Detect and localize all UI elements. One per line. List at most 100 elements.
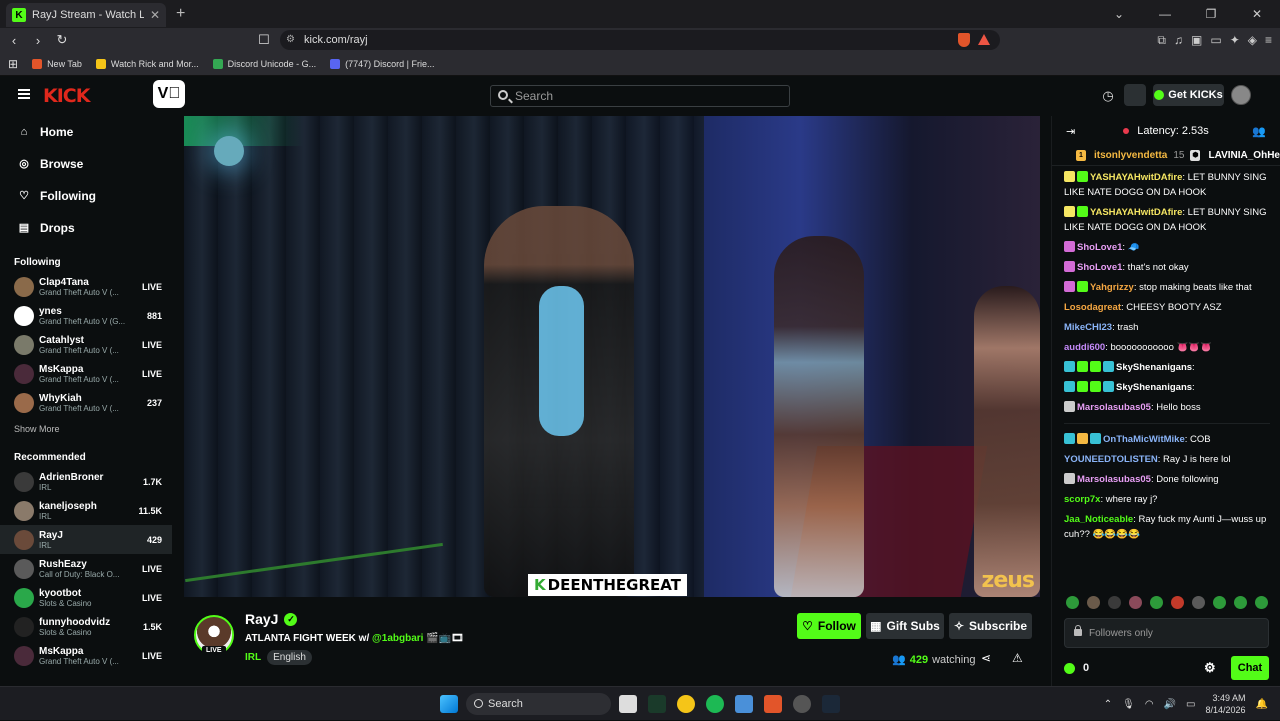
- vpn-icon[interactable]: ◈: [1248, 33, 1257, 47]
- app-icon[interactable]: [648, 695, 666, 713]
- emote-icon[interactable]: [1129, 596, 1142, 609]
- channel-item[interactable]: kyootbot Slots & Casino LIVE: [0, 583, 172, 612]
- chat-username[interactable]: SkyShenanigans: [1116, 362, 1192, 373]
- new-tab-icon[interactable]: +: [176, 5, 185, 23]
- bookmark-item[interactable]: Discord Unicode - G...: [212, 58, 316, 69]
- leaderboard-user[interactable]: LAVINIA_OhHe: [1208, 150, 1280, 161]
- forward-icon[interactable]: ›: [26, 33, 50, 48]
- apps-icon[interactable]: ⊞: [8, 57, 18, 71]
- chat-username[interactable]: Losodagreat: [1064, 302, 1121, 313]
- app-icon[interactable]: [677, 695, 695, 713]
- mic-icon[interactable]: 🎙: [1122, 699, 1135, 710]
- channel-item[interactable]: MsKappa Grand Theft Auto V (... LIVE: [0, 359, 172, 388]
- restore-icon[interactable]: ❐: [1188, 0, 1234, 28]
- emote-icon[interactable]: [1150, 596, 1163, 609]
- browser-tab[interactable]: K RayJ Stream - Watch Live on ✕: [6, 3, 166, 27]
- bookmark-icon[interactable]: ☐: [252, 32, 276, 48]
- chat-username[interactable]: Marsolasubas05: [1077, 402, 1151, 413]
- media-icon[interactable]: ♫: [1174, 33, 1183, 47]
- language-tag[interactable]: English: [267, 650, 312, 665]
- share-icon[interactable]: ⋖: [981, 651, 991, 665]
- chat-username[interactable]: SkyShenanigans: [1116, 382, 1192, 393]
- subscribe-button[interactable]: ✧ Subscribe: [949, 613, 1032, 639]
- chat-username[interactable]: Jaa_Noticeable: [1064, 514, 1133, 525]
- emote-icon[interactable]: [1213, 596, 1226, 609]
- chevron-up-icon[interactable]: ⌃: [1104, 699, 1112, 710]
- channel-item[interactable]: ynes Grand Theft Auto V (G... 881: [0, 301, 172, 330]
- sidebar-nav-browse[interactable]: ◎ Browse: [0, 148, 172, 180]
- channel-item[interactable]: Clap4Tana Grand Theft Auto V (... LIVE: [0, 272, 172, 301]
- sidebar-nav-home[interactable]: ⌂ Home: [0, 116, 172, 148]
- close-tab-icon[interactable]: ✕: [150, 8, 160, 22]
- close-window-icon[interactable]: ✕: [1234, 0, 1280, 28]
- spotify-icon[interactable]: [706, 695, 724, 713]
- sidebar-icon[interactable]: ▣: [1191, 33, 1202, 47]
- chat-username[interactable]: auddi600: [1064, 342, 1105, 353]
- mention-link[interactable]: @1abgbari: [372, 633, 423, 644]
- channel-item[interactable]: kaneljoseph IRL 11.5K: [0, 496, 172, 525]
- channel-item[interactable]: Catahlyst Grand Theft Auto V (... LIVE: [0, 330, 172, 359]
- emote-icon[interactable]: [1066, 596, 1079, 609]
- channel-item[interactable]: AdrienBroner IRL 1.7K: [0, 467, 172, 496]
- chat-username[interactable]: YASHAYAHwitDAfire: [1090, 172, 1182, 183]
- report-icon[interactable]: ⚠: [1012, 651, 1023, 665]
- chat-username[interactable]: YOUNEEDTOLISTEN: [1064, 454, 1158, 465]
- channel-item[interactable]: RushEazy Call of Duty: Black O... LIVE: [0, 554, 172, 583]
- taskbar-search[interactable]: Search: [466, 693, 611, 715]
- emote-icon[interactable]: [1255, 596, 1268, 609]
- category-link[interactable]: IRL: [245, 652, 261, 663]
- video-player[interactable]: K DEENTHEGREAT zeus: [184, 116, 1040, 597]
- chat-username[interactable]: scorp7x: [1064, 494, 1100, 505]
- sidebar-nav-drops[interactable]: ▤ Drops: [0, 212, 172, 244]
- app-icon[interactable]: [793, 695, 811, 713]
- bookmark-item[interactable]: (7747) Discord | Frie...: [330, 58, 435, 69]
- steam-icon[interactable]: [822, 695, 840, 713]
- menu-icon[interactable]: ≡: [1265, 33, 1272, 47]
- tab-search-icon[interactable]: ⌄: [1096, 0, 1142, 28]
- follow-button[interactable]: ♡ Follow: [797, 613, 861, 639]
- wallet-icon[interactable]: ▭: [1210, 33, 1221, 47]
- wifi-icon[interactable]: ◠: [1145, 699, 1154, 710]
- emote-icon[interactable]: [1087, 596, 1100, 609]
- clips-icon[interactable]: ◷: [1098, 86, 1118, 106]
- search-input[interactable]: Search: [490, 85, 790, 107]
- send-chat-button[interactable]: Chat: [1231, 656, 1269, 680]
- chatters-icon[interactable]: 👥: [1252, 125, 1266, 138]
- chat-username[interactable]: OnThaMicWitMike: [1103, 434, 1185, 445]
- reload-icon[interactable]: ↻: [50, 32, 74, 48]
- gear-icon[interactable]: ⚙: [1204, 660, 1216, 676]
- volume-icon[interactable]: 🔊: [1164, 699, 1176, 710]
- emote-icon[interactable]: [1192, 596, 1205, 609]
- brave-shield-icon[interactable]: [958, 33, 970, 47]
- url-field[interactable]: ⚙ kick.com/rayj: [280, 30, 1000, 50]
- chat-username[interactable]: MikeCHI23: [1064, 322, 1112, 333]
- back-icon[interactable]: ‹: [2, 33, 26, 48]
- chat-input[interactable]: Followers only: [1064, 618, 1269, 648]
- streamer-name[interactable]: RayJ ✓: [245, 611, 298, 627]
- emote-icon[interactable]: [1234, 596, 1247, 609]
- vpn-logo-icon[interactable]: V⃞: [153, 80, 185, 108]
- kick-logo[interactable]: KICK: [43, 85, 90, 107]
- extensions-icon[interactable]: ⧉: [1157, 33, 1166, 48]
- leo-icon[interactable]: ✦: [1230, 33, 1240, 47]
- chat-username[interactable]: ShoLove1: [1077, 262, 1122, 273]
- chat-username[interactable]: Yahgrizzy: [1090, 282, 1134, 293]
- chat-username[interactable]: Marsolasubas05: [1077, 474, 1151, 485]
- collapse-chat-icon[interactable]: ⇥: [1066, 125, 1075, 138]
- get-kicks-button[interactable]: Get KICKs: [1153, 84, 1224, 106]
- task-view-icon[interactable]: [619, 695, 637, 713]
- site-info-icon[interactable]: ⚙: [286, 34, 295, 45]
- menu-toggle-icon[interactable]: [18, 89, 30, 99]
- channel-item[interactable]: WhyKiah Grand Theft Auto V (... 237: [0, 388, 172, 417]
- minimize-icon[interactable]: —: [1142, 0, 1188, 28]
- windows-start-icon[interactable]: [440, 695, 458, 713]
- bookmark-item[interactable]: New Tab: [32, 58, 82, 69]
- gift-subs-button[interactable]: ▦ Gift Subs: [866, 613, 944, 639]
- user-avatar[interactable]: [1231, 85, 1251, 105]
- leaderboard-user[interactable]: itsonlyvendetta: [1094, 150, 1167, 161]
- brave-icon[interactable]: [764, 695, 782, 713]
- channel-item[interactable]: MsKappa Grand Theft Auto V (... LIVE: [0, 641, 172, 670]
- emote-icon[interactable]: [1171, 596, 1184, 609]
- notepad-icon[interactable]: [735, 695, 753, 713]
- show-more-button[interactable]: Show More: [0, 419, 172, 439]
